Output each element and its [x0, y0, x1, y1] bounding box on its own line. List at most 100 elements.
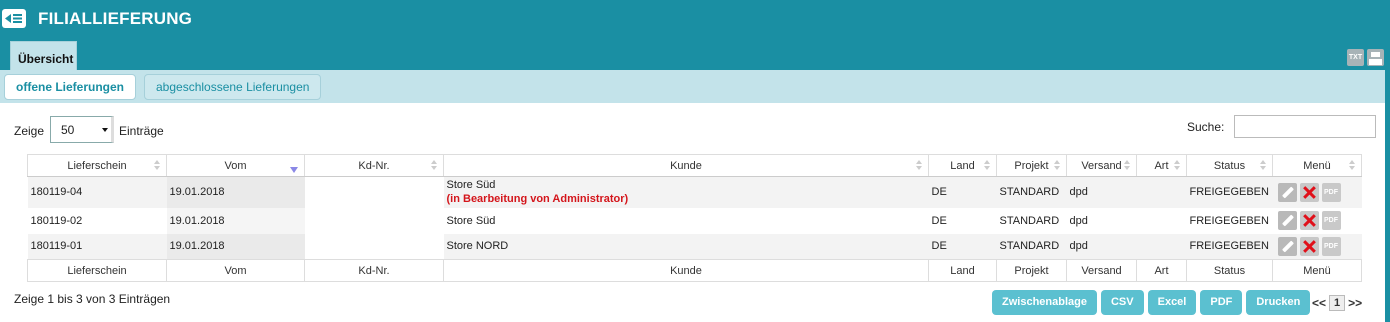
cell-kunde: Store NORD — [443, 233, 929, 260]
chevron-down-icon — [102, 128, 108, 132]
pdf-icon[interactable]: PDF — [1321, 236, 1341, 256]
col-footer-status: Status — [1186, 259, 1273, 282]
pdf-icon[interactable]: PDF — [1321, 182, 1341, 202]
sort-icon — [1260, 160, 1267, 172]
cell-versand: dpd — [1066, 233, 1137, 260]
sort-icon — [1349, 160, 1356, 172]
header-bar: FILIALLIEFERUNG — [0, 0, 1390, 40]
subtab-open-deliveries[interactable]: offene Lieferungen — [4, 74, 137, 100]
cell-menu: PDF — [1272, 176, 1362, 208]
col-header-versand[interactable]: Versand — [1066, 154, 1137, 177]
delete-icon[interactable] — [1299, 236, 1319, 256]
cell-versand: dpd — [1066, 176, 1137, 208]
cell-vom: 19.01.2018 — [166, 233, 305, 260]
cell-vom: 19.01.2018 — [166, 176, 305, 208]
sort-icon — [1174, 160, 1181, 172]
col-footer-kdnr: Kd-Nr. — [304, 259, 444, 282]
table-info: Zeige 1 bis 3 von 3 Einträgen — [14, 292, 171, 306]
col-header-land[interactable]: Land — [928, 154, 997, 177]
col-header-projekt[interactable]: Projekt — [996, 154, 1067, 177]
col-header-lieferschein[interactable]: Lieferschein — [27, 154, 167, 177]
print-button[interactable]: Drucken — [1246, 290, 1311, 315]
page-title: FILIALLIEFERUNG — [38, 9, 193, 28]
search-input[interactable] — [1234, 115, 1376, 138]
sort-icon — [154, 160, 161, 172]
cell-projekt: STANDARD — [996, 176, 1067, 208]
cell-projekt: STANDARD — [996, 207, 1067, 234]
pdf-icon[interactable]: PDF — [1321, 211, 1341, 230]
col-header-kdnr[interactable]: Kd-Nr. — [304, 154, 444, 177]
cell-land: DE — [928, 176, 997, 208]
edit-icon[interactable] — [1277, 182, 1297, 202]
export-buttons: Zwischenablage CSV Excel PDF Drucken — [992, 290, 1311, 315]
pagination: << 1 >> — [1312, 295, 1362, 311]
cell-art — [1136, 176, 1187, 208]
excel-export-button[interactable]: Excel — [1147, 290, 1197, 315]
cell-land: DE — [928, 207, 997, 234]
cell-kdnr — [304, 207, 444, 234]
deliveries-table: Lieferschein Vom Kd-Nr. Kunde Land Proje… — [27, 154, 1362, 282]
length-suffix-label: Einträge — [119, 124, 164, 138]
lock-note: (in Bearbeitung von Administrator) — [446, 193, 629, 206]
content-panel: Zeige 50 Einträge Suche: Lieferschein Vo… — [0, 103, 1385, 322]
cell-versand: dpd — [1066, 207, 1137, 234]
cell-art — [1136, 207, 1187, 234]
cell-kunde: Store Süd (in Bearbeitung von Administrat… — [443, 176, 929, 208]
pagination-next[interactable]: >> — [1348, 296, 1362, 310]
cell-projekt: STANDARD — [996, 233, 1067, 260]
cell-status: FREIGEGEBEN — [1186, 176, 1273, 208]
col-footer-art: Art — [1136, 259, 1187, 282]
cell-lieferschein: 180119-01 — [27, 233, 167, 260]
txt-export-icon[interactable]: TXT — [1347, 49, 1364, 66]
export-icons: TXT — [1347, 49, 1384, 66]
back-menu-icon[interactable] — [2, 9, 26, 28]
col-header-kunde[interactable]: Kunde — [443, 154, 929, 177]
cell-status: FREIGEGEBEN — [1186, 233, 1273, 260]
delete-icon[interactable] — [1299, 211, 1319, 230]
csv-export-button[interactable]: CSV — [1100, 290, 1144, 315]
pagination-prev[interactable]: << — [1312, 296, 1326, 310]
sort-icon — [1124, 160, 1131, 172]
col-footer-land: Land — [928, 259, 997, 282]
cell-menu: PDF — [1272, 207, 1362, 234]
print-icon[interactable] — [1367, 49, 1384, 66]
col-header-vom[interactable]: Vom — [166, 154, 305, 177]
table-header-row: Lieferschein Vom Kd-Nr. Kunde Land Proje… — [27, 154, 1362, 177]
cell-lieferschein: 180119-02 — [27, 207, 167, 234]
sort-icon — [431, 160, 438, 172]
subtab-bar: offene Lieferungen abgeschlossene Liefer… — [0, 70, 1385, 103]
page-length-value: 50 — [61, 123, 75, 137]
sort-icon — [1054, 160, 1061, 172]
col-footer-menu: Menü — [1272, 259, 1362, 282]
sort-desc-icon — [290, 167, 298, 173]
col-footer-versand: Versand — [1066, 259, 1137, 282]
edit-icon[interactable] — [1277, 236, 1297, 256]
col-header-menu: Menü — [1272, 154, 1362, 177]
tab-overview[interactable]: Übersicht — [10, 41, 77, 70]
cell-land: DE — [928, 233, 997, 260]
page-length-select[interactable]: 50 — [50, 116, 114, 143]
cell-kdnr — [304, 233, 444, 260]
cell-status: FREIGEGEBEN — [1186, 207, 1273, 234]
table-row[interactable]: 180119-02 19.01.2018 Store Süd DE STANDA… — [27, 207, 1362, 234]
cell-menu: PDF — [1272, 233, 1362, 260]
cell-vom: 19.01.2018 — [166, 207, 305, 234]
table-row[interactable]: 180119-01 19.01.2018 Store NORD DE STAND… — [27, 233, 1362, 260]
copy-clipboard-button[interactable]: Zwischenablage — [992, 290, 1097, 315]
sort-icon — [984, 160, 991, 172]
search-label: Suche: — [1187, 120, 1225, 134]
table-row[interactable]: 180119-04 19.01.2018 Store Süd (in Bearbe… — [27, 176, 1362, 208]
delete-icon[interactable] — [1299, 182, 1319, 202]
col-header-art[interactable]: Art — [1136, 154, 1187, 177]
cell-kdnr — [304, 176, 444, 208]
pdf-export-button[interactable]: PDF — [1200, 290, 1243, 315]
col-header-status[interactable]: Status — [1186, 154, 1273, 177]
subtab-closed-deliveries[interactable]: abgeschlossene Lieferungen — [144, 74, 322, 100]
pagination-page[interactable]: 1 — [1329, 295, 1346, 311]
col-footer-vom: Vom — [166, 259, 305, 282]
col-footer-kunde: Kunde — [443, 259, 929, 282]
col-footer-lieferschein: Lieferschein — [27, 259, 167, 282]
edit-icon[interactable] — [1277, 211, 1297, 230]
cell-art — [1136, 233, 1187, 260]
length-prefix-label: Zeige — [14, 124, 45, 138]
